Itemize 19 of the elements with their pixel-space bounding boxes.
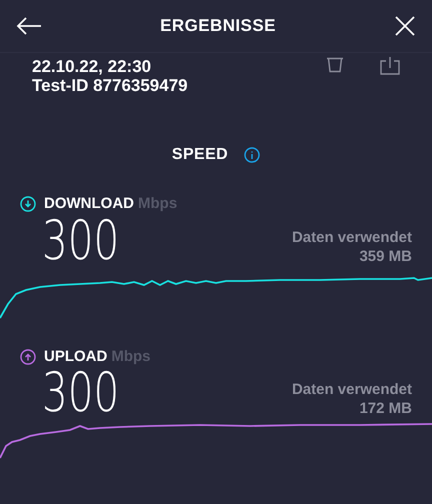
- back-arrow-icon[interactable]: [16, 16, 42, 36]
- info-icon[interactable]: [244, 147, 260, 163]
- close-icon[interactable]: [394, 15, 416, 37]
- data-used-label: Daten verwendet: [292, 228, 412, 246]
- speed-value: 300: [42, 364, 120, 422]
- test-label: DOWNLOAD: [44, 194, 134, 214]
- section-title: SPEED: [172, 145, 228, 165]
- down-arrow-circle-icon: [20, 196, 36, 212]
- trash-icon[interactable]: [326, 57, 344, 73]
- test-id: Test-ID 8776359479: [32, 76, 188, 95]
- data-used-value: 172 MB: [359, 399, 412, 418]
- test-date: 22.10.22, 22:30: [32, 57, 152, 76]
- data-used-value: 359 MB: [359, 246, 412, 266]
- page-title: ERGEBNISSE: [160, 15, 276, 38]
- data-used-label: Daten verwendet: [292, 380, 412, 399]
- up-arrow-circle-icon: [20, 348, 36, 365]
- share-icon[interactable]: [380, 57, 400, 75]
- test-label: UPLOAD: [44, 346, 108, 366]
- speed-value: 300: [42, 212, 120, 270]
